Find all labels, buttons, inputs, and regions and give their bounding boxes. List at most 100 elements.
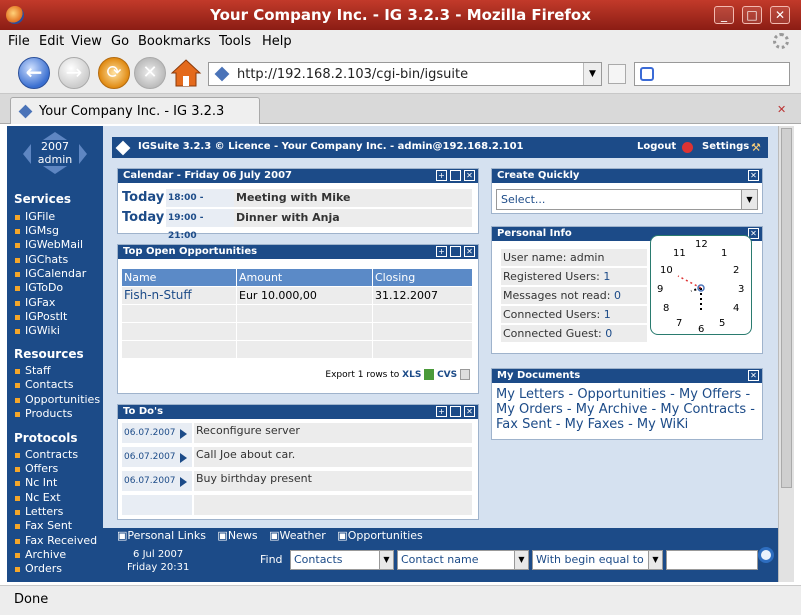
sidebar-section-resources: Resources [14,347,84,361]
sidebar-item-contacts[interactable]: Contacts [15,378,74,391]
sidebar-item-opportunities[interactable]: Opportunities [15,393,100,406]
bottom-link-opportunities[interactable]: ▣Opportunities [337,529,426,542]
find-in-select[interactable]: Contacts ▼ [290,550,394,570]
home-button[interactable] [170,57,202,89]
minimize-button[interactable]: _ [714,6,734,24]
personal-info-messages: Messages not read: 0 [501,287,647,304]
sidebar-item-letters[interactable]: Letters [15,505,63,518]
sidebar-item-igpostit[interactable]: IGPostIt [15,310,67,323]
guest-count[interactable]: 0 [605,327,612,340]
panel-add-icon[interactable]: + [436,246,447,257]
panel-minimize-icon[interactable] [450,406,461,417]
back-button[interactable]: ← [18,57,50,89]
panel-add-icon[interactable]: + [436,170,447,181]
panel-close-icon[interactable]: ✕ [748,170,759,181]
menu-edit[interactable]: Edit [39,34,64,49]
next-arrow-icon[interactable] [79,144,87,164]
reload-button[interactable]: ⟳ [98,57,130,89]
google-search-icon [640,67,654,81]
column-header-amount[interactable]: Amount [237,269,373,286]
sidebar-item-staff[interactable]: Staff [15,364,51,377]
messages-label: Messages not read: [503,289,614,302]
connected-count[interactable]: 1 [604,308,611,321]
calendar-event: Meeting with Mike [234,189,472,207]
bottom-link-weather[interactable]: ▣Weather [269,529,330,542]
sidebar-item-igchats[interactable]: IGChats [15,253,68,266]
sidebar-item-offers[interactable]: Offers [15,462,58,475]
sidebar-item-orders[interactable]: Orders [15,562,62,575]
find-mode-value: With begin equal to [536,553,644,566]
personal-info-panel: Personal Info ✕ User name: admin Registe… [491,226,763,354]
chevron-down-icon: ▼ [379,551,393,569]
prev-arrow-icon[interactable] [23,144,31,164]
sidebar-item-igwebmail[interactable]: IGWebMail [15,238,83,251]
search-icon[interactable] [758,547,774,563]
opportunity-name-link[interactable]: Fish-n-Stuff [122,287,237,304]
sidebar-item-igcalendar[interactable]: IGCalendar [15,267,86,280]
sidebar-item-igfile[interactable]: IGFile [15,210,55,223]
cvs-file-icon[interactable] [460,369,470,380]
sidebar-item-contracts[interactable]: Contracts [15,448,78,461]
sidebar-item-products[interactable]: Products [15,407,73,420]
panel-add-icon[interactable]: + [436,406,447,417]
stop-button[interactable]: ✕ [134,57,166,89]
settings-link[interactable]: Settings [702,141,749,152]
sidebar-item-igwiki[interactable]: IGWiki [15,324,60,337]
xls-file-icon[interactable] [424,369,435,380]
forward-button[interactable]: → [58,57,90,89]
export-label: Export 1 rows to [325,370,400,380]
menu-bookmarks[interactable]: Bookmarks [138,34,211,49]
messages-count[interactable]: 0 [614,289,621,302]
export-cvs-link[interactable]: CVS [437,370,457,380]
sidebar-item-igtodo[interactable]: IGToDo [15,281,63,294]
panel-minimize-icon[interactable] [450,246,461,257]
registered-count[interactable]: 1 [603,270,610,283]
vertical-scrollbar[interactable] [778,126,794,582]
panel-close-icon[interactable]: ✕ [464,246,475,257]
panel-close-icon[interactable]: ✕ [464,170,475,181]
go-button[interactable] [608,64,626,84]
sidebar-item-fax-received[interactable]: Fax Received [15,534,97,547]
logout-link[interactable]: Logout [637,141,676,152]
sidebar-item-igmsg[interactable]: IGMsg [15,224,59,237]
column-header-closing[interactable]: Closing [373,269,473,286]
maximize-button[interactable]: □ [742,6,762,24]
search-bar[interactable] [634,62,790,86]
arrow-right-icon [180,453,187,463]
panel-close-icon[interactable]: ✕ [464,406,475,417]
scrollbar-thumb[interactable] [781,128,792,488]
url-dropdown-button[interactable]: ▼ [583,63,601,85]
sidebar-item-fax-sent[interactable]: Fax Sent [15,519,72,532]
browser-tab[interactable]: Your Company Inc. - IG 3.2.3 [10,97,260,124]
menu-go[interactable]: Go [111,34,129,49]
close-button[interactable]: ✕ [770,6,790,24]
find-mode-select[interactable]: With begin equal to ▼ [532,550,663,570]
bottom-link-personal-links[interactable]: ▣Personal Links [117,529,210,542]
menu-file[interactable]: File [8,34,30,49]
close-tab-icon[interactable]: ✕ [777,103,791,116]
next-year-arrow-icon[interactable] [43,132,67,140]
create-quickly-select[interactable]: Select... ▼ [496,189,758,210]
find-text-input[interactable] [666,550,758,570]
bottom-link-news[interactable]: ▣News [217,529,261,542]
sidebar-item-archive[interactable]: Archive [15,548,66,561]
column-header-name[interactable]: Name [122,269,237,286]
sidebar-item-nc-ext[interactable]: Nc Ext [15,491,61,504]
menu-help[interactable]: Help [262,34,292,49]
address-bar[interactable]: http://192.168.2.103/cgi-bin/igsuite ▼ [208,62,602,86]
menu-tools[interactable]: Tools [219,34,251,49]
documents-links[interactable]: My Letters - Opportunities - My Offers -… [496,387,758,432]
year-label: 2007 [41,140,69,153]
panel-close-icon[interactable]: ✕ [748,370,759,381]
panel-minimize-icon[interactable] [450,170,461,181]
sidebar-item-nc-int[interactable]: Nc Int [15,476,57,489]
find-field-select[interactable]: Contact name ▼ [397,550,529,570]
year-navigator: 2007 admin [23,132,87,174]
settings-tools-icon[interactable]: ⚒ [751,141,763,154]
logout-icon[interactable] [682,142,693,153]
prev-year-arrow-icon[interactable] [43,166,67,174]
export-xls-link[interactable]: XLS [402,370,421,380]
opportunities-panel-title: Top Open Opportunities [118,245,478,259]
sidebar-item-igfax[interactable]: IGFax [15,296,55,309]
menu-view[interactable]: View [71,34,102,49]
